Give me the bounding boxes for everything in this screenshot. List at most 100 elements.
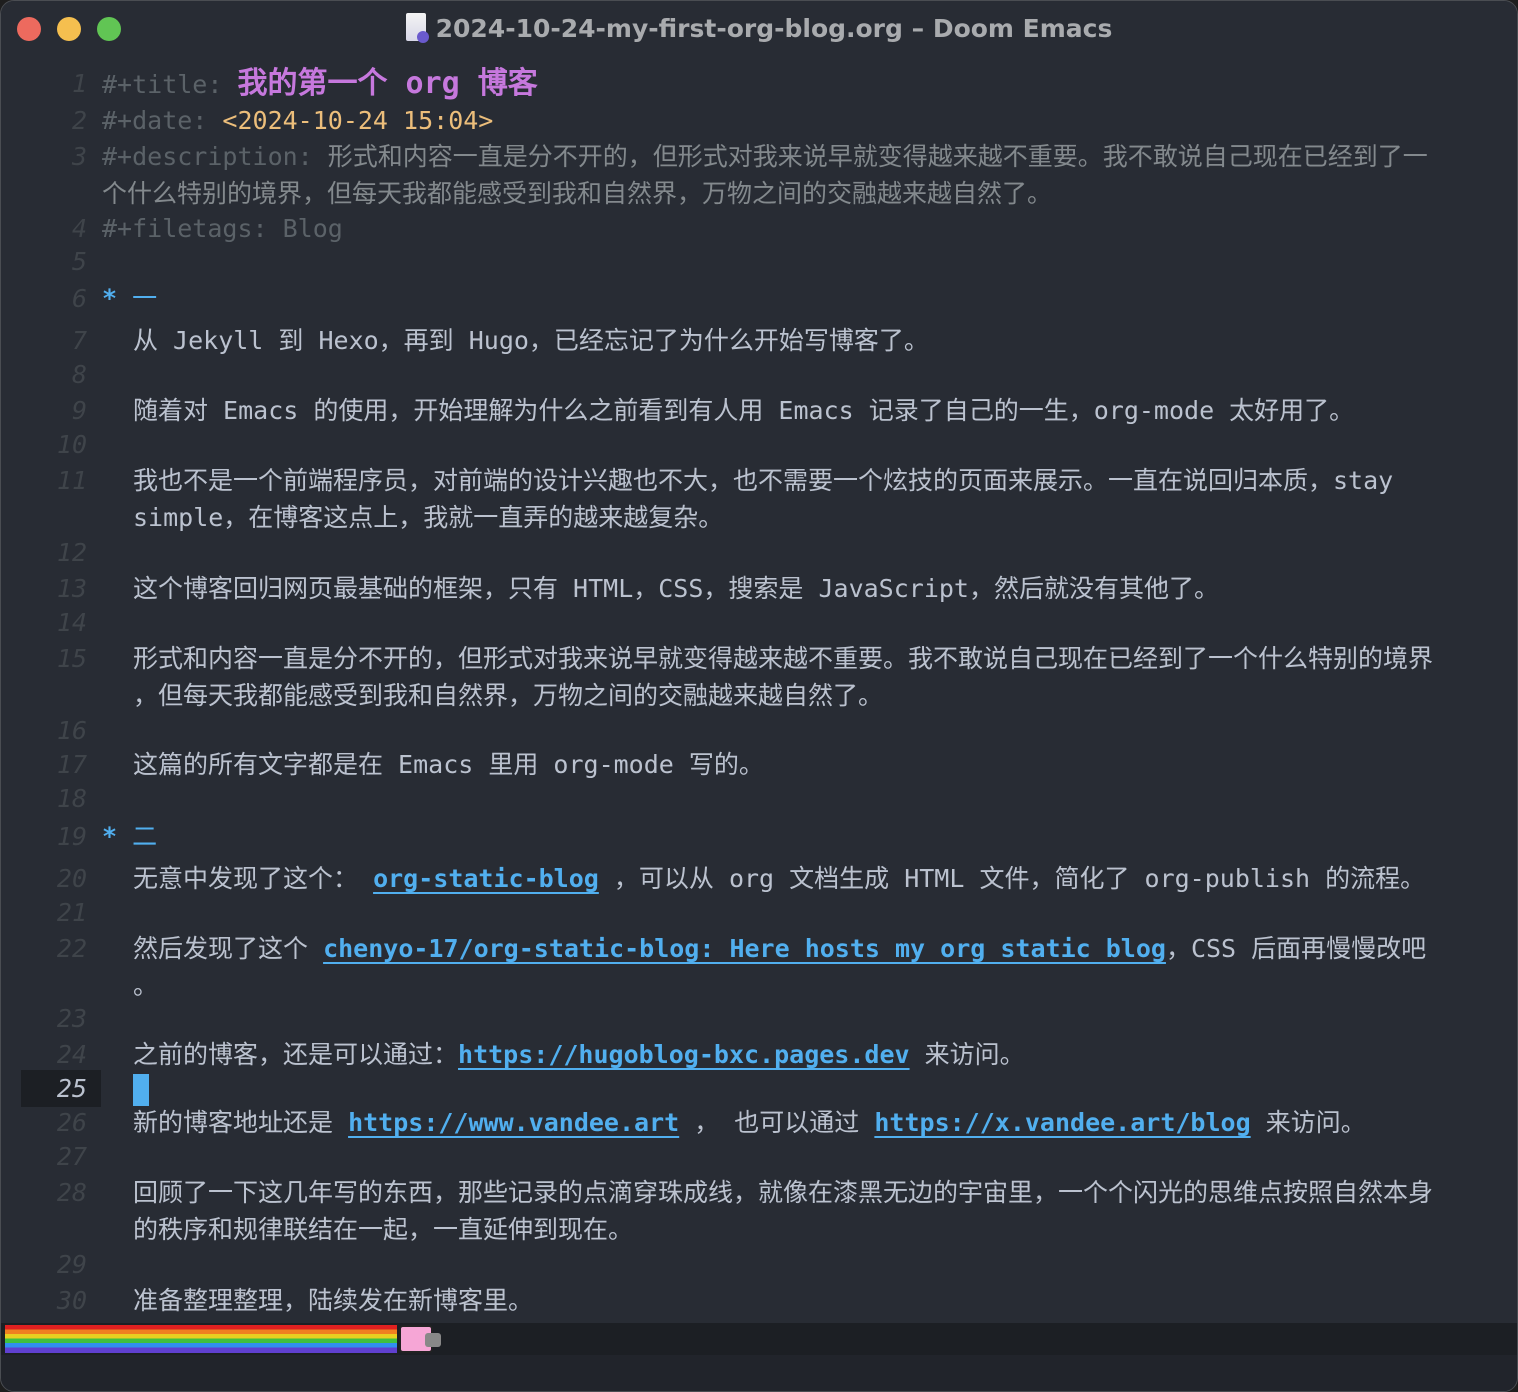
text-segment: #+filetags: Blog bbox=[102, 214, 343, 243]
text-segment: #+date: bbox=[102, 106, 223, 135]
line-text bbox=[102, 894, 117, 931]
visual-line bbox=[102, 426, 117, 463]
line-text: 之前的博客，还是可以通过：https://hugoblog-bxc.pages.… bbox=[133, 1036, 1025, 1073]
line-number: 6 bbox=[71, 284, 87, 313]
text-segment: ，但每天我都能感受到我和自然界，万物之间的交融越来越自然了。 bbox=[133, 681, 884, 710]
link[interactable]: https://x.vandee.art/blog bbox=[874, 1108, 1250, 1137]
text-segment: 新的博客地址还是 bbox=[133, 1108, 349, 1137]
visual-line: * 一 bbox=[102, 280, 157, 317]
window-title: 2024-10-24-my-first-org-blog.org – Doom … bbox=[1, 13, 1517, 43]
heading-text: 一 bbox=[132, 284, 158, 313]
visual-line: 从 Jekyll 到 Hexo，再到 Hugo，已经忘记了为什么开始写博客了。 bbox=[133, 322, 929, 359]
nyan-rainbow-progress bbox=[5, 1325, 397, 1353]
line-text: 随着对 Emacs 的使用，开始理解为什么之前看到有人用 Emacs 记录了自己… bbox=[133, 392, 1354, 429]
window-title-text: 2024-10-24-my-first-org-blog.org – Doom … bbox=[435, 14, 1113, 43]
line-number: 16 bbox=[56, 716, 87, 745]
visual-line: 然后发现了这个 chenyo-17/org-static-blog: Here … bbox=[133, 930, 1426, 967]
text-segment: 随着对 Emacs 的使用，开始理解为什么之前看到有人用 Emacs 记录了自己… bbox=[133, 396, 1355, 425]
text-segment: 我的第一个 org 博客 bbox=[237, 66, 538, 101]
visual-line: 。 bbox=[133, 967, 1426, 1004]
visual-line bbox=[102, 604, 117, 641]
line-text bbox=[102, 1246, 117, 1283]
editor-buffer[interactable]: 1 #+title: 我的第一个 org 博客 2 #+date: <2024-10-… bbox=[1, 57, 1517, 1323]
echo-area[interactable] bbox=[1, 1355, 1517, 1391]
line-number: 30 bbox=[56, 1286, 87, 1315]
line-text: 从 Jekyll 到 Hexo，再到 Hugo，已经忘记了为什么开始写博客了。 bbox=[133, 322, 929, 359]
line-number: 13 bbox=[56, 574, 87, 603]
text-cursor bbox=[133, 1074, 149, 1106]
line-number: 4 bbox=[71, 214, 87, 243]
visual-line bbox=[102, 243, 117, 280]
line-number: 20 bbox=[56, 864, 87, 893]
text-segment: 我也不是一个前端程序员，对前端的设计兴趣也不大，也不需要一个炫技的页面来展示。一… bbox=[133, 466, 1394, 495]
visual-line bbox=[102, 894, 117, 931]
text-segment: 无意中发现了这个： bbox=[133, 864, 374, 893]
visual-line: simple，在博客这点上，我就一直弄的越来越复杂。 bbox=[133, 499, 1393, 536]
visual-line bbox=[102, 780, 117, 817]
line-text: #+description: 形式和内容一直是分不开的，但形式对我来说早就变得越… bbox=[102, 138, 1428, 212]
text-segment: 回顾了一下这几年写的东西，那些记录的点滴穿珠成线，就像在漆黑无边的宇宙里，一个个… bbox=[133, 1178, 1434, 1207]
line-text: 回顾了一下这几年写的东西，那些记录的点滴穿珠成线，就像在漆黑无边的宇宙里，一个个… bbox=[133, 1174, 1433, 1248]
text-segment: 这个博客回归网页最基础的框架，只有 HTML，CSS，搜索是 JavaScrip… bbox=[133, 574, 1219, 603]
line-text: 形式和内容一直是分不开的，但形式对我来说早就变得越来越不重要。我不敢说自己现在已… bbox=[133, 640, 1433, 714]
line-number: 11 bbox=[56, 466, 87, 495]
text-segment: ， 也可以通过 bbox=[679, 1108, 875, 1137]
line-text: * 二 bbox=[102, 818, 157, 855]
line-number: 29 bbox=[56, 1250, 87, 1279]
line-number: 3 bbox=[71, 142, 87, 171]
line-number: 17 bbox=[56, 750, 87, 779]
line-number: 5 bbox=[71, 247, 87, 276]
line-number: 8 bbox=[71, 360, 87, 389]
line-number: 21 bbox=[56, 898, 87, 927]
visual-line bbox=[102, 1138, 117, 1175]
line-number: 9 bbox=[71, 396, 87, 425]
text-segment: ，CSS 后面再慢慢改吧 bbox=[1165, 934, 1427, 963]
visual-line: 形式和内容一直是分不开的，但形式对我来说早就变得越来越不重要。我不敢说自己现在已… bbox=[133, 640, 1433, 677]
visual-line: 我也不是一个前端程序员，对前端的设计兴趣也不大，也不需要一个炫技的页面来展示。一… bbox=[133, 462, 1393, 499]
line-text bbox=[102, 534, 117, 571]
text-segment: #+title: bbox=[102, 70, 238, 99]
emacs-file-icon bbox=[405, 13, 429, 43]
line-number: 2 bbox=[71, 106, 87, 135]
line-text: 无意中发现了这个： org-static-blog ，可以从 org 文档生成 … bbox=[133, 860, 1425, 897]
text-segment: 个什么特别的境界，但每天我都能感受到我和自然界，万物之间的交融越来越自然了。 bbox=[102, 179, 1053, 208]
link[interactable]: org-static-blog bbox=[373, 864, 599, 893]
line-number: 27 bbox=[56, 1142, 87, 1171]
link[interactable]: https://www.vandee.art bbox=[348, 1108, 679, 1137]
text-segment: 来访问。 bbox=[1250, 1108, 1366, 1137]
line-number: 12 bbox=[56, 538, 87, 567]
heading-star-icon: * bbox=[102, 284, 133, 313]
text-segment: 的秩序和规律联结在一起，一直延伸到现在。 bbox=[133, 1215, 634, 1244]
visual-line: 回顾了一下这几年写的东西，那些记录的点滴穿珠成线，就像在漆黑无边的宇宙里，一个个… bbox=[133, 1174, 1433, 1211]
line-text: 我也不是一个前端程序员，对前端的设计兴趣也不大，也不需要一个炫技的页面来展示。一… bbox=[133, 462, 1393, 536]
text-segment: 然后发现了这个 bbox=[133, 934, 324, 963]
line-text: 这篇的所有文字都是在 Emacs 里用 org-mode 写的。 bbox=[133, 746, 764, 783]
text-segment: 这篇的所有文字都是在 Emacs 里用 org-mode 写的。 bbox=[133, 750, 764, 779]
visual-line bbox=[102, 534, 117, 571]
visual-line: 无意中发现了这个： org-static-blog ，可以从 org 文档生成 … bbox=[133, 860, 1425, 897]
line-number: 28 bbox=[56, 1178, 87, 1207]
text-segment: 从 Jekyll 到 Hexo，再到 Hugo，已经忘记了为什么开始写博客了。 bbox=[133, 326, 929, 355]
text-segment: #+description: bbox=[102, 142, 328, 171]
visual-line bbox=[102, 356, 117, 393]
heading-text: 二 bbox=[132, 822, 158, 851]
line-number: 18 bbox=[56, 784, 87, 813]
line-text: #+filetags: Blog bbox=[102, 210, 343, 247]
line-text: 这个博客回归网页最基础的框架，只有 HTML，CSS，搜索是 JavaScrip… bbox=[133, 570, 1219, 607]
line-number: 14 bbox=[56, 608, 87, 637]
visual-line: ，但每天我都能感受到我和自然界，万物之间的交融越来越自然了。 bbox=[133, 677, 1433, 714]
line-text bbox=[102, 780, 117, 817]
text-segment: 来访问。 bbox=[909, 1040, 1025, 1069]
link[interactable]: https://hugoblog-bxc.pages.dev bbox=[458, 1040, 910, 1069]
visual-line: 这个博客回归网页最基础的框架，只有 HTML，CSS，搜索是 JavaScrip… bbox=[133, 570, 1219, 607]
line-text: 准备整理整理，陆续发在新博客里。 bbox=[133, 1282, 533, 1319]
visual-line: #+description: 形式和内容一直是分不开的，但形式对我来说早就变得越… bbox=[102, 138, 1428, 175]
visual-line: 的秩序和规律联结在一起，一直延伸到现在。 bbox=[133, 1211, 1433, 1248]
line-number: 19 bbox=[56, 822, 87, 851]
line-text bbox=[102, 604, 117, 641]
link[interactable]: chenyo-17/org-static-blog: Here hosts my… bbox=[323, 934, 1166, 963]
line-number: 22 bbox=[56, 934, 87, 963]
line-text: 新的博客地址还是 https://www.vandee.art ， 也可以通过 … bbox=[133, 1104, 1366, 1141]
visual-line bbox=[102, 712, 117, 749]
line-text: 然后发现了这个 chenyo-17/org-static-blog: Here … bbox=[133, 930, 1426, 1004]
